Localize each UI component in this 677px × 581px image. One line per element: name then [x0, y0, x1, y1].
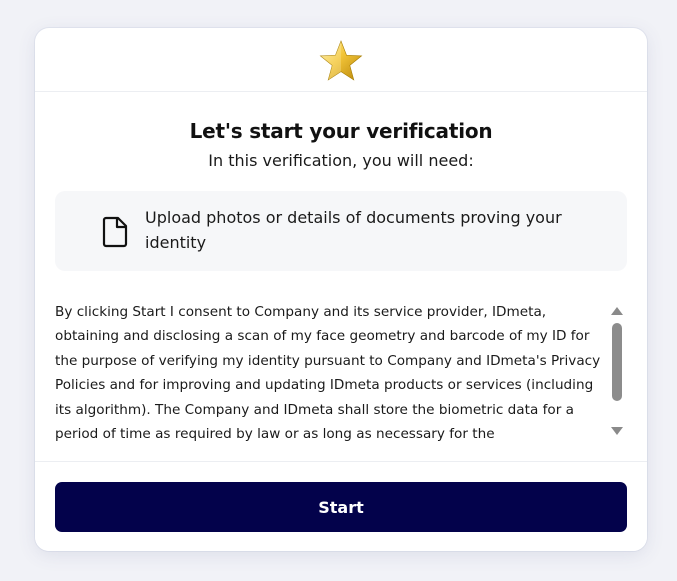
card-footer: Start — [35, 461, 647, 551]
start-button[interactable]: Start — [55, 482, 627, 532]
consent-scroll-area[interactable]: By clicking Start I consent to Company a… — [55, 298, 627, 461]
consent-text: By clicking Start I consent to Company a… — [55, 304, 601, 443]
requirement-item: Upload photos or details of documents pr… — [55, 191, 627, 271]
requirement-text: Upload photos or details of documents pr… — [145, 208, 562, 252]
page-subtitle: In this verification, you will need: — [208, 151, 474, 170]
verification-card: Let's start your verification In this ve… — [35, 28, 647, 551]
scroll-up-arrow-icon[interactable] — [611, 307, 623, 315]
scroll-down-arrow-icon[interactable] — [611, 427, 623, 435]
consent-scrollbar[interactable] — [609, 305, 625, 437]
gold-star-icon — [319, 39, 363, 81]
card-header — [35, 28, 647, 92]
page-title: Let's start your verification — [189, 119, 493, 143]
scroll-thumb[interactable] — [612, 323, 622, 401]
document-icon — [102, 216, 128, 248]
